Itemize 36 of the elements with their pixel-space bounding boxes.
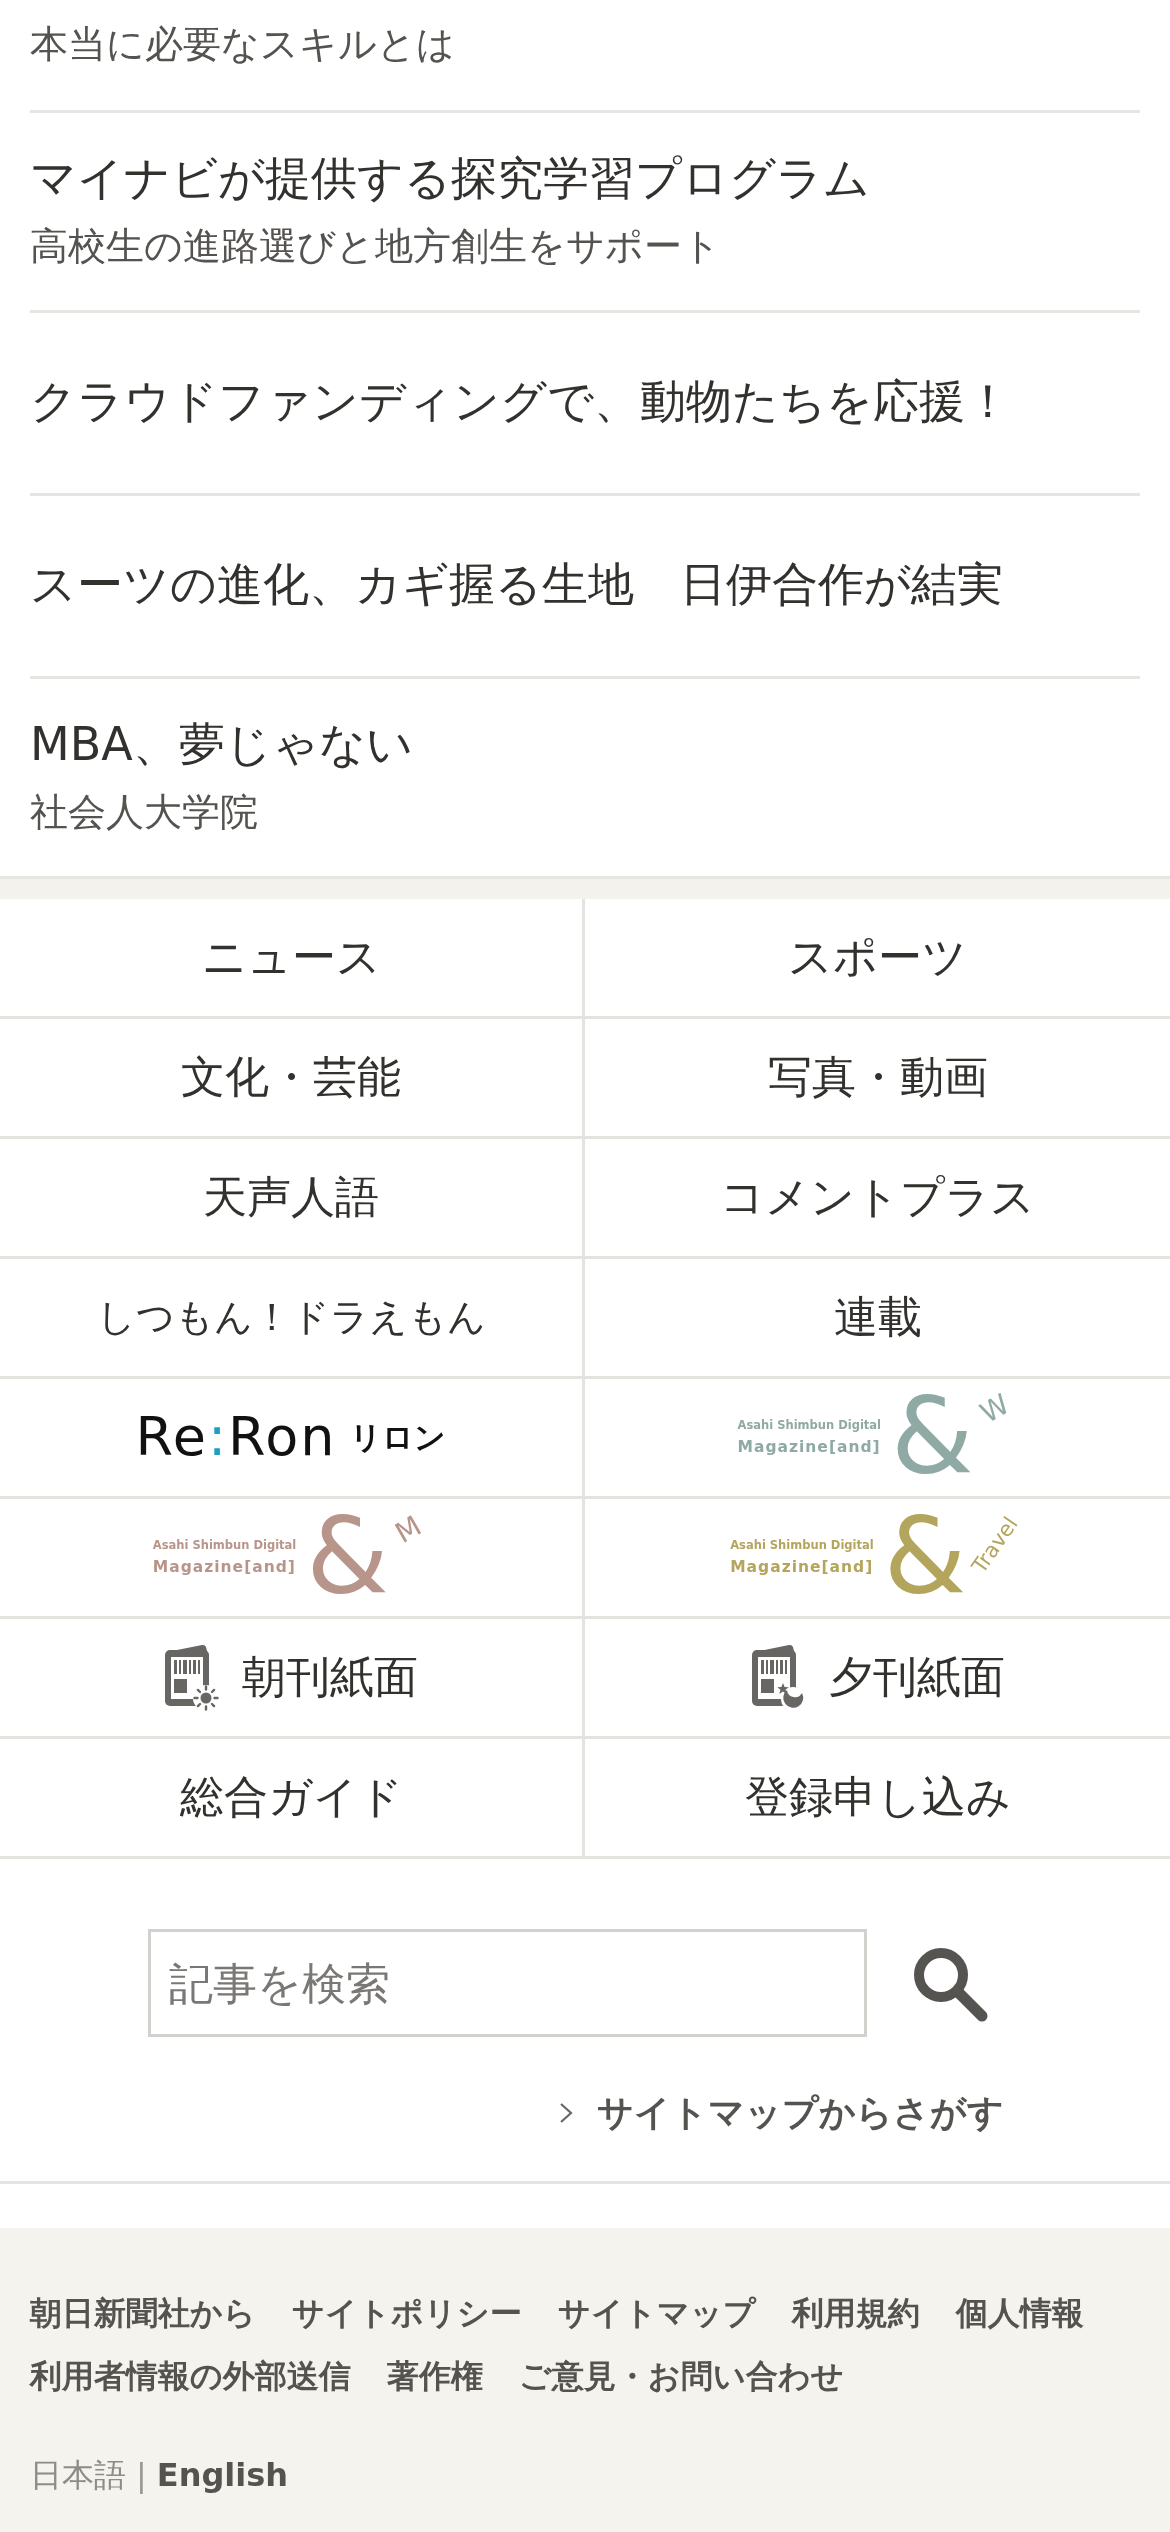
article-title[interactable]: マイナビが提供する探究学習プログラム: [30, 146, 870, 210]
article-subtitle[interactable]: 高校生の進路選びと地方創生をサポート: [30, 220, 721, 272]
menu-link[interactable]: 登録申し込み: [585, 1739, 1170, 1859]
language-link[interactable]: English: [156, 2444, 289, 2507]
footer-link[interactable]: サイトポリシー: [292, 2282, 522, 2345]
footer-link[interactable]: 著作権: [387, 2345, 483, 2408]
chevron-right-icon: [559, 2102, 573, 2124]
logo-kana[interactable]: リロン: [350, 1418, 447, 1457]
menu-link[interactable]: ニュース: [0, 899, 585, 1019]
footer-link[interactable]: 利用者情報の外部送信: [30, 2345, 351, 2408]
article-title[interactable]: クラウドファンディングで、動物たちを応援！: [30, 368, 1011, 433]
sitemap-link[interactable]: サイトマップからさがす: [559, 2088, 1004, 2138]
menu-link[interactable]: 総合ガイド: [0, 1739, 585, 1859]
article-subtitle[interactable]: 本当に必要なスキルとは: [30, 18, 455, 70]
newspaper-sun-icon: [164, 1643, 220, 1712]
menu-link[interactable]: 天声人語: [0, 1139, 585, 1259]
search-field[interactable]: 記事を検索: [148, 1929, 867, 2037]
menu-link[interactable]: 朝刊紙面: [0, 1619, 585, 1739]
article-title[interactable]: スーツの進化、カギ握る生地 日伊合作が結実: [30, 551, 1003, 616]
footer-link[interactable]: 個人情報: [956, 2282, 1084, 2345]
menu-link[interactable]: 文化・芸能: [0, 1019, 585, 1139]
article-subtitle[interactable]: 社会人大学院: [30, 786, 258, 838]
footer-link[interactable]: 利用規約: [792, 2282, 920, 2345]
footer-link[interactable]: 朝日新聞社から: [30, 2282, 256, 2345]
logo-text[interactable]: Re:Ron: [135, 1405, 337, 1470]
menu-link[interactable]: 夕刊紙面: [585, 1619, 1170, 1739]
footer-link[interactable]: ご意見・お問い合わせ: [519, 2345, 844, 2408]
menu-link[interactable]: コメントプラス: [585, 1139, 1170, 1259]
menu-link[interactable]: 連載: [585, 1259, 1170, 1379]
current-language: 日本語: [30, 2455, 126, 2496]
menu-link[interactable]: スポーツ: [585, 899, 1170, 1019]
menu-link[interactable]: 写真・動画: [585, 1019, 1170, 1139]
language-separator: |: [136, 2455, 147, 2496]
article-title[interactable]: MBA、夢じゃない: [30, 712, 413, 776]
footer-link[interactable]: サイトマップ: [558, 2282, 756, 2345]
menu-link[interactable]: しつもん！ドラえもん: [0, 1259, 585, 1379]
